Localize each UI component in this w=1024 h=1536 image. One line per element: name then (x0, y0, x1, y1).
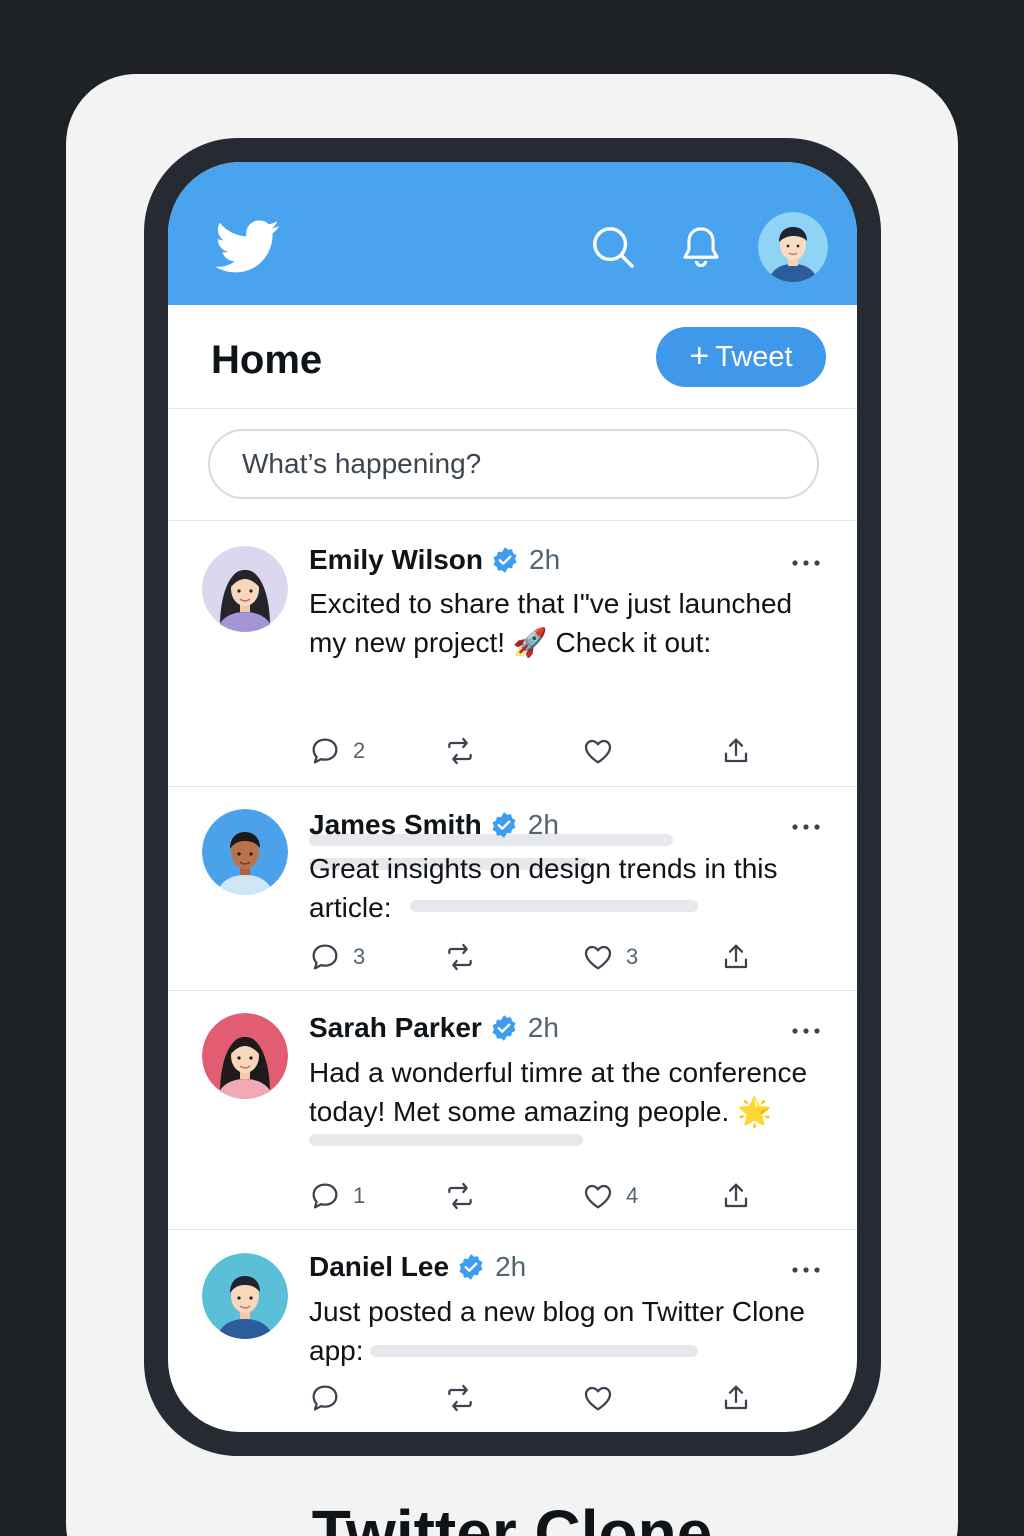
link-preview-placeholder (309, 1134, 583, 1146)
tweet-text-line: today! Met some amazing people. 🌟 (309, 1092, 849, 1131)
share-button[interactable] (720, 735, 752, 767)
reply-count: 1 (353, 1183, 366, 1208)
reply-count: 2 (353, 738, 366, 763)
page-title: Home (211, 338, 323, 382)
avatar[interactable] (202, 1013, 288, 1099)
timestamp: 2h (529, 544, 561, 575)
share-icon (724, 944, 748, 969)
tweet-text-line: Just posted a new blog on Twitter Clone (309, 1296, 806, 1327)
retweet-icon (448, 1182, 472, 1210)
avatar[interactable] (202, 1253, 288, 1339)
tweet-text-segment: today! Met some amazing people. (309, 1096, 730, 1127)
verified-badge-icon (493, 547, 517, 573)
heart-icon (584, 1386, 612, 1411)
tweet-header: Daniel Lee 2h (309, 1251, 526, 1283)
tweet-text: Just posted a new blog on Twitter Clone … (309, 1292, 854, 1370)
share-button[interactable] (720, 1180, 752, 1212)
retweet-icon (448, 943, 472, 971)
retweet-button[interactable] (444, 1382, 488, 1414)
avatar[interactable] (202, 809, 288, 895)
reply-count: 3 (353, 944, 366, 969)
compose-input[interactable] (208, 429, 819, 499)
retweet-icon (448, 737, 472, 765)
author-name[interactable]: Sarah Parker (309, 1012, 482, 1044)
home-header: Home + Tweet (168, 305, 857, 409)
retweet-icon (448, 1384, 472, 1412)
tweet-text-line: Great insights on design trends in this (309, 853, 778, 884)
share-icon (724, 738, 748, 763)
verified-badge-icon (492, 1015, 516, 1041)
plus-icon: + (689, 336, 710, 375)
tweet-card[interactable]: Daniel Lee 2h Just posted a new blog on … (168, 1230, 857, 1432)
heart-icon (584, 1184, 612, 1209)
more-options-icon[interactable] (790, 558, 822, 568)
tweet-text-segment: my new project! (309, 627, 506, 658)
tweet-text-line: Excited to share that I"ve just launched (309, 588, 793, 619)
star-emoji: 🌟 (737, 1096, 772, 1127)
reply-button[interactable]: 1 (309, 1180, 365, 1212)
reply-icon (312, 1385, 338, 1411)
tweet-card[interactable]: James Smith 2h Great insights on design … (168, 787, 857, 991)
reply-button[interactable] (309, 1382, 353, 1414)
reply-icon (312, 738, 338, 764)
avatar[interactable] (202, 546, 288, 632)
showcase-caption: Twitter Clone (311, 1497, 713, 1536)
tweet-card[interactable]: Emily Wilson 2h Excited to share that I"… (168, 521, 857, 870)
like-count: 3 (626, 944, 639, 969)
twitter-bird-icon[interactable] (212, 214, 284, 278)
tweet-header: Sarah Parker 2h (309, 1012, 559, 1044)
tweet-text: Great insights on design trends in this … (309, 849, 849, 927)
retweet-button[interactable] (444, 941, 488, 973)
share-icon (724, 1183, 748, 1208)
tweet-header: James Smith 2h (309, 809, 559, 841)
phone-screen: Home + Tweet Emily Wilson (168, 162, 857, 1432)
tweet-header: Emily Wilson 2h (309, 544, 560, 576)
like-count: 4 (626, 1183, 639, 1208)
like-button[interactable]: 4 (582, 1180, 638, 1212)
author-name[interactable]: Emily Wilson (309, 544, 483, 576)
link-preview-placeholder (370, 1345, 698, 1357)
reply-button[interactable]: 2 (309, 735, 365, 767)
reply-button[interactable]: 3 (309, 941, 365, 973)
verified-badge-icon (459, 1254, 483, 1280)
tweet-text: Excited to share that I"ve just launched… (309, 584, 849, 662)
tweet-button-label: Tweet (715, 340, 793, 373)
tweet-card[interactable]: Sarah Parker 2h Had a wonderful timre at… (168, 991, 857, 1230)
search-icon[interactable] (590, 224, 636, 270)
retweet-button[interactable] (444, 1180, 488, 1212)
like-button[interactable] (582, 1382, 626, 1414)
bell-icon[interactable] (678, 224, 724, 270)
link-preview-placeholder (410, 900, 698, 912)
tweet-text-line: Had a wonderful timre at the conference (309, 1057, 808, 1088)
tweet-text: Had a wonderful timre at the conference … (309, 1053, 849, 1131)
top-bar (168, 162, 857, 305)
timestamp: 2h (527, 809, 559, 840)
user-avatar[interactable] (758, 212, 828, 282)
heart-icon (584, 739, 612, 764)
more-options-icon[interactable] (790, 822, 822, 832)
author-name[interactable]: Daniel Lee (309, 1251, 449, 1283)
timestamp: 2h (527, 1012, 559, 1043)
retweet-button[interactable] (444, 735, 488, 767)
composer-area (168, 409, 857, 521)
share-button[interactable] (720, 1382, 752, 1414)
like-button[interactable]: 3 (582, 941, 638, 973)
share-button[interactable] (720, 941, 752, 973)
tweet-text-segment: Check it out: (555, 627, 712, 658)
reply-icon (312, 944, 338, 970)
tweet-text-line: my new project! 🚀 Check it out: (309, 623, 849, 662)
new-tweet-button[interactable]: + Tweet (656, 327, 826, 387)
verified-badge-icon (492, 812, 516, 838)
rocket-emoji: 🚀 (512, 627, 548, 658)
more-options-icon[interactable] (790, 1265, 822, 1275)
like-button[interactable] (582, 735, 626, 767)
reply-icon (312, 1183, 338, 1209)
timestamp: 2h (495, 1251, 527, 1282)
heart-icon (584, 945, 612, 970)
more-options-icon[interactable] (790, 1026, 822, 1036)
author-name[interactable]: James Smith (309, 809, 482, 841)
share-icon (724, 1385, 748, 1410)
